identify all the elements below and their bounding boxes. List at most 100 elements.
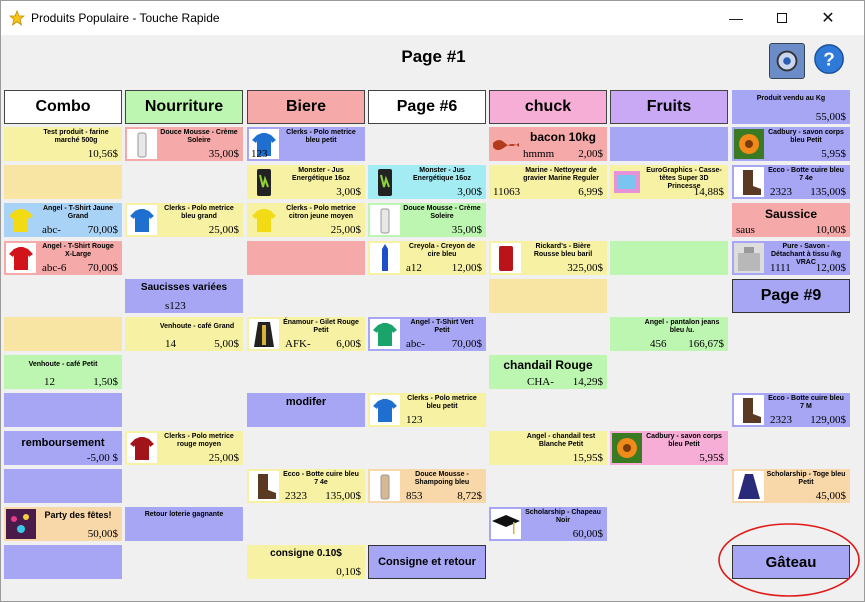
minimize-icon: —	[729, 10, 743, 26]
shirt-icon	[127, 205, 157, 235]
empty-tile[interactable]	[247, 241, 365, 275]
page-9-button[interactable]: Page #9	[732, 279, 850, 313]
shirt-icon	[370, 319, 400, 349]
shirt-icon	[127, 433, 157, 463]
vest-icon	[249, 319, 279, 349]
empty-tile[interactable]	[4, 317, 122, 351]
modify-tile[interactable]: modifer	[247, 393, 365, 427]
product-tile[interactable]: Test produit - farine marché 500g 10,56$	[4, 127, 122, 161]
empty-tile[interactable]	[489, 279, 607, 313]
product-tile[interactable]: Douce Mousse - Crème Soleire 35,00$	[368, 203, 486, 237]
flower-icon	[734, 129, 764, 159]
product-tile[interactable]: Douce Mousse - Crème Soleire 35,00$	[125, 127, 243, 161]
grad-cap-icon	[491, 509, 521, 539]
boot-icon	[249, 471, 279, 501]
gear-icon	[776, 50, 798, 72]
product-tile[interactable]: Saussice saus 10,00$	[732, 203, 850, 237]
product-tile[interactable]: Clerks - Polo metrice citron jeune moyen…	[247, 203, 365, 237]
help-button[interactable]: ?	[813, 43, 849, 79]
product-tile[interactable]: Énamour - Gilet Rouge Petit AFK- 6,00$	[247, 317, 365, 351]
red-circle-annotation	[718, 523, 860, 597]
product-tile[interactable]: Scholarship - Toge bleu Petit 45,00$	[732, 469, 850, 503]
bottle-icon	[370, 471, 400, 501]
product-tile[interactable]: Monster - Jus Energétique 16oz 3,00$	[368, 165, 486, 199]
empty-tile[interactable]	[610, 241, 728, 275]
empty-tile[interactable]	[4, 165, 122, 199]
settings-button[interactable]	[769, 43, 805, 79]
puzzle-icon	[612, 167, 642, 197]
maximize-button[interactable]	[759, 1, 805, 35]
product-tile[interactable]: Venhoute - café Petit 12 1,50$	[4, 355, 122, 389]
app-window: Produits Populaire - Touche Rapide — ✕ P…	[0, 0, 865, 602]
product-tile[interactable]: Creyola - Creyon de cire bleu a12 12,00$	[368, 241, 486, 275]
product-tile[interactable]: Monster - Jus Energétique 16oz 3,00$	[247, 165, 365, 199]
shirt-icon	[6, 243, 36, 273]
maximize-icon	[777, 13, 787, 23]
product-tile[interactable]: Ecco - Botte cuire bleu 7 M 2323 129,00$	[732, 393, 850, 427]
empty-tile[interactable]	[610, 127, 728, 161]
product-tile[interactable]: Rickard's - Bière Rousse bleu baril 325,0…	[489, 241, 607, 275]
empty-tile[interactable]	[4, 469, 122, 503]
product-tile[interactable]: Clerks - Polo metrice bleu petit 123	[368, 393, 486, 427]
product-tile[interactable]: Angel - T-Shirt Vert Petit abc- 70,00$	[368, 317, 486, 351]
product-tile[interactable]: Party des fêtes! 50,00$	[4, 507, 122, 541]
soap-icon	[734, 243, 764, 273]
product-tile[interactable]: Angel - T-Shirt Jaune Grand abc- 70,00$	[4, 203, 122, 237]
shirt-icon	[249, 205, 279, 235]
shirt-icon	[6, 205, 36, 235]
product-tile[interactable]: Angel - T-Shirt Rouge X-Large abc-6 70,00$	[4, 241, 122, 275]
product-tile[interactable]: Saucisses variées s123	[125, 279, 243, 313]
tab-combo[interactable]: Combo	[4, 90, 122, 124]
product-tile[interactable]: Pure - Savon - Détachant à tissu /kg VRA…	[732, 241, 850, 275]
tab-biere[interactable]: Biere	[247, 90, 365, 124]
help-icon: ?	[814, 44, 844, 74]
gown-icon	[734, 471, 764, 501]
product-tile[interactable]: Clerks - Polo metrice rouge moyen 25,00$	[125, 431, 243, 465]
empty-tile[interactable]	[4, 393, 122, 427]
product-tile[interactable]: EuroGraphics - Casse-têtes Super 3D Prin…	[610, 165, 728, 199]
can-icon	[370, 167, 400, 197]
product-tile[interactable]: Ecco - Botte cuire bleu 7 4e 2323 135,00$	[732, 165, 850, 199]
bacon-icon	[491, 129, 521, 159]
close-icon: ✕	[821, 10, 835, 27]
bottle-icon	[127, 129, 157, 159]
tab-fruits[interactable]: Fruits	[610, 90, 728, 124]
boot-icon	[734, 167, 764, 197]
minimize-button[interactable]: —	[713, 1, 759, 35]
product-tile[interactable]: Cadbury - savon corps bleu Petit 5,95$	[610, 431, 728, 465]
product-tile[interactable]: Ecco - Botte cuire bleu 7 4e 2323 135,00$	[247, 469, 365, 503]
product-tile[interactable]: Produit vendu au Kg 55,00$	[732, 90, 850, 124]
product-tile[interactable]: Clerks - Polo metrice bleu grand 25,00$	[125, 203, 243, 237]
deposit-return-button[interactable]: Consigne et retour	[368, 545, 486, 579]
lottery-return-tile[interactable]: Retour loterie gagnante	[125, 507, 243, 541]
product-tile[interactable]: Clerks - Polo metrice bleu petit 123	[247, 127, 365, 161]
beer-can-icon	[491, 243, 521, 273]
product-tile[interactable]: Angel - pantalon jeans bleu /u. 456 166,67…	[610, 317, 728, 351]
star-icon	[9, 10, 25, 26]
product-tile[interactable]: Marine - Nettoyeur de gravier Marine Reg…	[489, 165, 607, 199]
shirt-icon	[370, 395, 400, 425]
deposit-tile[interactable]: consigne 0.10$ 0,10$	[247, 545, 365, 579]
close-button[interactable]: ✕	[805, 1, 851, 35]
product-tile[interactable]: bacon 10kg hmmm 2,00$	[489, 127, 607, 161]
tab-nourriture[interactable]: Nourriture	[125, 90, 243, 124]
product-tile[interactable]: Scholarship - Chapeau Noir 60,00$	[489, 507, 607, 541]
title-bar: Produits Populaire - Touche Rapide — ✕	[1, 1, 864, 35]
bottle-icon	[370, 205, 400, 235]
flower-icon	[612, 433, 642, 463]
empty-tile[interactable]	[4, 545, 122, 579]
refund-tile[interactable]: remboursement -5,00 $	[4, 431, 122, 465]
crayon-icon	[370, 243, 400, 273]
boot-icon	[734, 395, 764, 425]
product-tile[interactable]: Cadbury - savon corps bleu Petit 5,95$	[732, 127, 850, 161]
product-tile[interactable]: Angel - chandail test Blanche Petit 15,95…	[489, 431, 607, 465]
party-icon	[6, 509, 36, 539]
product-tile[interactable]: chandail Rouge CHA- 14,29$	[489, 355, 607, 389]
page-title: Page #1	[401, 47, 466, 66]
product-tile[interactable]: Venhoute - café Grand 14 5,00$	[125, 317, 243, 351]
window-title: Produits Populaire - Touche Rapide	[31, 11, 220, 25]
tab-page-6[interactable]: Page #6	[368, 90, 486, 124]
svg-text:?: ?	[823, 50, 835, 71]
tab-chuck[interactable]: chuck	[489, 90, 607, 124]
product-tile[interactable]: Douce Mousse - Shampoing bleu 853 8,72$	[368, 469, 486, 503]
